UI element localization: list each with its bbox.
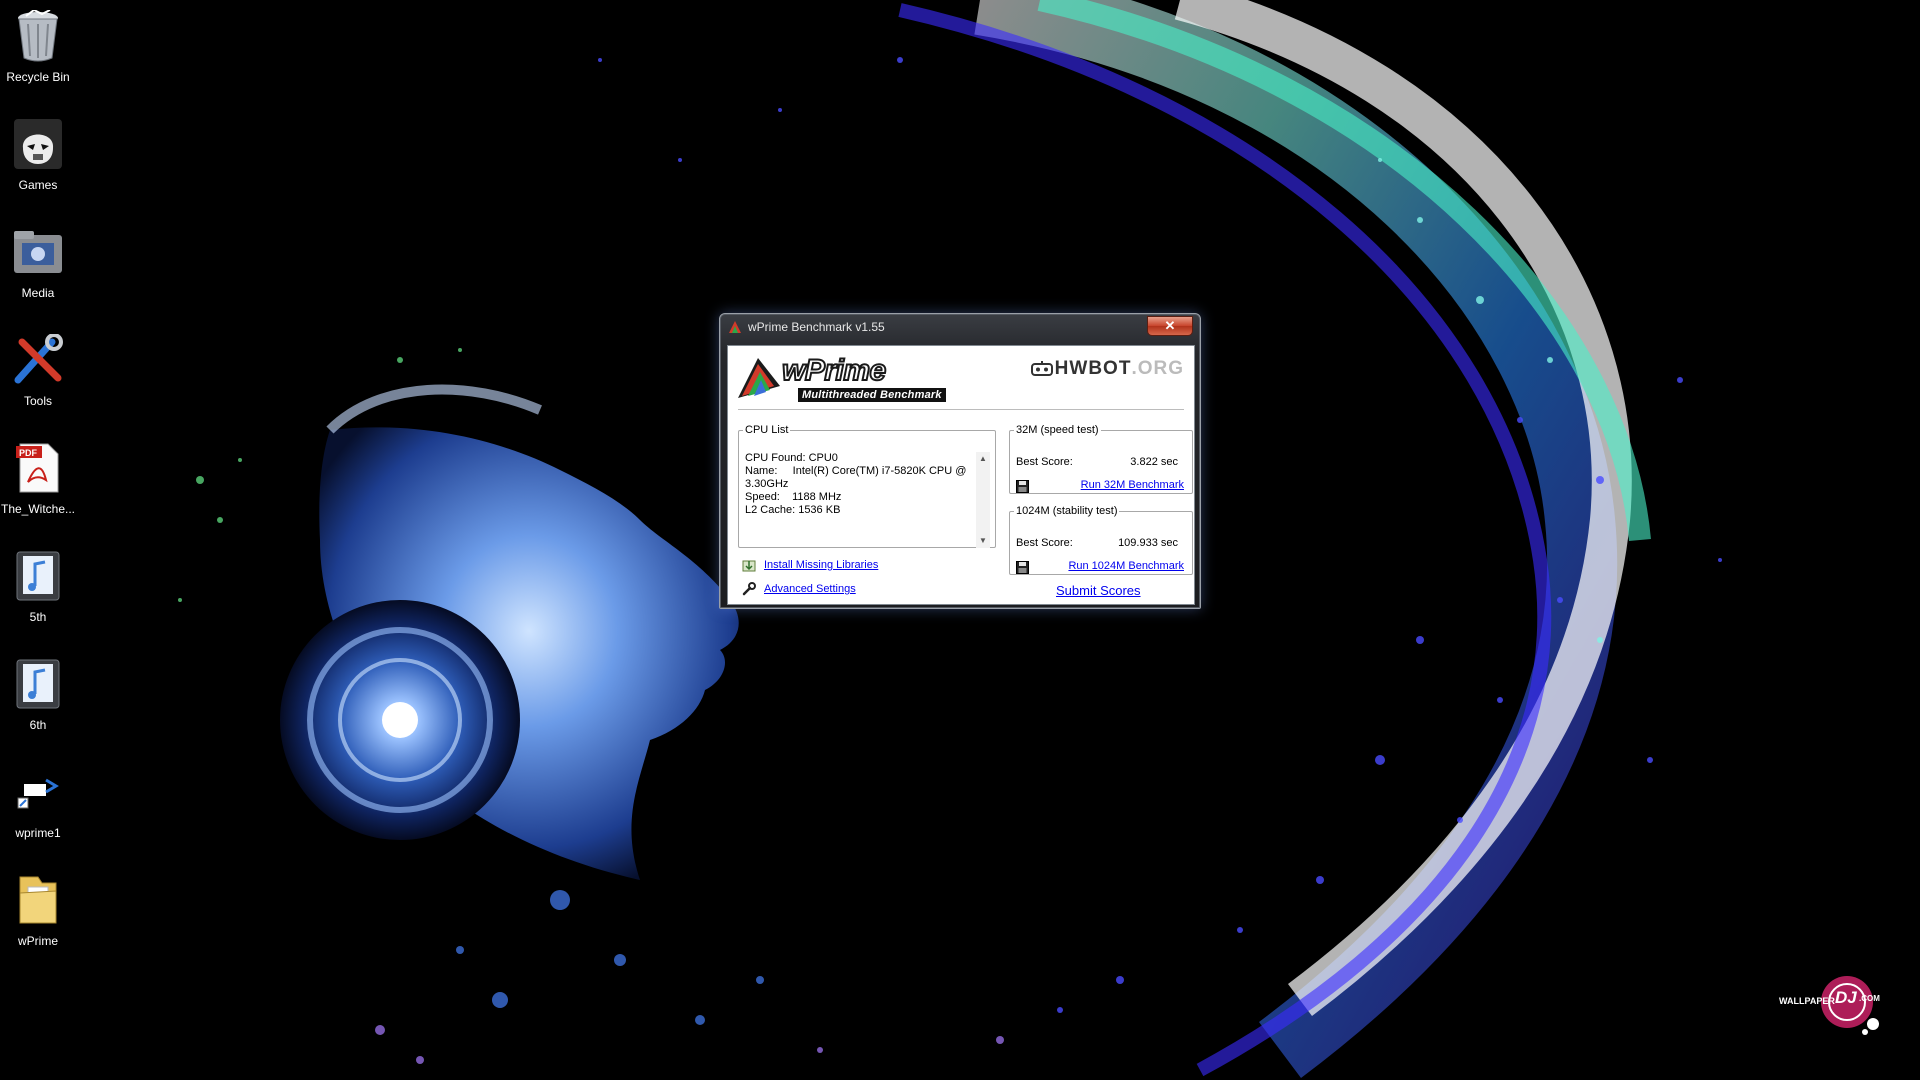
- submit-scores-link[interactable]: Submit Scores: [1056, 583, 1141, 598]
- svg-text:PDF: PDF: [19, 448, 38, 458]
- desktop-icon-label: 5th: [29, 610, 47, 624]
- pdf-file-icon: PDF: [10, 440, 66, 496]
- recycle-bin-icon: [10, 8, 66, 64]
- cpu-list-line: L2 Cache: 1536 KB: [745, 504, 841, 516]
- cpu-list-line: Speed: 1188 MHz: [745, 491, 842, 503]
- hwbot-text: HWBOT: [1054, 358, 1132, 379]
- scroll-up-arrow-icon[interactable]: ▲: [976, 452, 990, 466]
- desktop-icon-label: wPrime: [17, 934, 58, 948]
- run-32m-benchmark-link[interactable]: Run 32M Benchmark: [1081, 479, 1184, 491]
- watermark-text-3: .COM: [1859, 994, 1880, 1003]
- window-title: wPrime Benchmark v1.55: [748, 320, 885, 334]
- audio-file-icon: [10, 656, 66, 712]
- install-libraries-row: Install Missing Libraries: [742, 557, 878, 573]
- advanced-settings-link[interactable]: Advanced Settings: [764, 583, 856, 595]
- wprime-shortcut-icon: [10, 764, 66, 820]
- desktop-icon-games[interactable]: Games: [0, 112, 76, 212]
- header-divider: [738, 409, 1184, 411]
- cpu-list-line: Name: Intel(R) Core(TM) i7-5820K CPU @: [745, 465, 967, 477]
- desktop-icon-wprime1[interactable]: wprime1: [0, 760, 76, 860]
- desktop-icon-label: Media: [21, 286, 55, 300]
- wprime-app-icon: [728, 320, 742, 334]
- stability-test-legend: 1024M (stability test): [1016, 505, 1118, 517]
- speed-test-group: 32M (speed test) Best Score: 3.822 sec R…: [1009, 424, 1193, 494]
- desktop-icon-pdf[interactable]: PDF The_Witche...: [0, 436, 76, 536]
- stormtrooper-icon: [10, 116, 66, 172]
- best-score-value: 3.822 sec: [1130, 456, 1178, 468]
- desktop-icon-tools[interactable]: Tools: [0, 328, 76, 428]
- best-score-label: Best Score:: [1016, 456, 1073, 468]
- desktop-icon-label: Tools: [23, 394, 52, 408]
- install-package-icon: [742, 560, 756, 572]
- desktop-icon-6th[interactable]: 6th: [0, 652, 76, 752]
- window-titlebar[interactable]: wPrime Benchmark v1.55 ✕: [720, 314, 1200, 340]
- desktop-icon-label: The_Witche...: [0, 502, 76, 516]
- watermark-text-1: WALLPAPER: [1779, 996, 1835, 1006]
- close-button[interactable]: ✕: [1147, 316, 1193, 336]
- audio-file-icon: [10, 548, 66, 604]
- desktop-icon-label: Recycle Bin: [6, 70, 70, 84]
- watermark-text-2: DJ: [1835, 988, 1857, 1007]
- floppy-disk-icon: [1016, 561, 1029, 574]
- tools-icon: [10, 332, 66, 388]
- cpu-list-line: CPU Found: CPU0: [745, 452, 838, 464]
- hwbot-logo: HWBOT .ORG: [1029, 358, 1184, 380]
- hwbot-org-text: .ORG: [1131, 358, 1184, 379]
- cpu-list-group: CPU List CPU Found: CPU0 Name: Intel(R) …: [738, 424, 996, 548]
- window-client-area: wPrime Multithreaded Benchmark HWBOT .ORG…: [727, 345, 1195, 605]
- cpu-list-scrollbar[interactable]: ▲ ▼: [976, 452, 990, 548]
- cpu-list-textbox[interactable]: CPU Found: CPU0 Name: Intel(R) Core(TM) …: [745, 452, 967, 548]
- hwbot-robot-icon: [1030, 361, 1053, 376]
- desktop-icon-label: 6th: [29, 718, 47, 732]
- logo-wordmark: wPrime: [781, 353, 887, 388]
- desktop-icon-label: Games: [18, 178, 58, 192]
- best-score-label: Best Score:: [1016, 537, 1073, 549]
- speed-test-legend: 32M (speed test): [1016, 424, 1099, 436]
- wprime-logo: wPrime Multithreaded Benchmark: [736, 352, 976, 406]
- wprime-window: wPrime Benchmark v1.55 ✕ wPrime Multithr…: [719, 313, 1201, 609]
- cpu-list-legend: CPU List: [745, 424, 789, 436]
- folder-icon: [10, 872, 66, 928]
- desktop-icon-label: wprime1: [15, 826, 61, 840]
- cpu-list-line: 3.30GHz: [745, 478, 789, 490]
- wrench-icon: [742, 582, 756, 596]
- logo-subtitle: Multithreaded Benchmark: [798, 388, 946, 402]
- desktop-icon-recycle-bin[interactable]: Recycle Bin: [0, 4, 76, 104]
- floppy-disk-icon: [1016, 480, 1029, 493]
- media-folder-icon: [10, 224, 66, 280]
- stability-test-group: 1024M (stability test) Best Score: 109.9…: [1009, 505, 1193, 575]
- scroll-down-arrow-icon[interactable]: ▼: [976, 534, 990, 548]
- best-score-value: 109.933 sec: [1118, 537, 1178, 549]
- run-1024m-benchmark-link[interactable]: Run 1024M Benchmark: [1068, 560, 1184, 572]
- desktop-icon-media[interactable]: Media: [0, 220, 76, 320]
- desktop-icon-wprime-folder[interactable]: wPrime: [0, 868, 76, 968]
- wprime-logo-icon: [738, 358, 780, 398]
- desktop-icon-5th[interactable]: 5th: [0, 544, 76, 644]
- wallpaper-watermark-logo: WALLPAPER DJ .COM: [1775, 972, 1885, 1036]
- install-missing-libraries-link[interactable]: Install Missing Libraries: [764, 559, 878, 571]
- advanced-settings-row: Advanced Settings: [742, 581, 856, 597]
